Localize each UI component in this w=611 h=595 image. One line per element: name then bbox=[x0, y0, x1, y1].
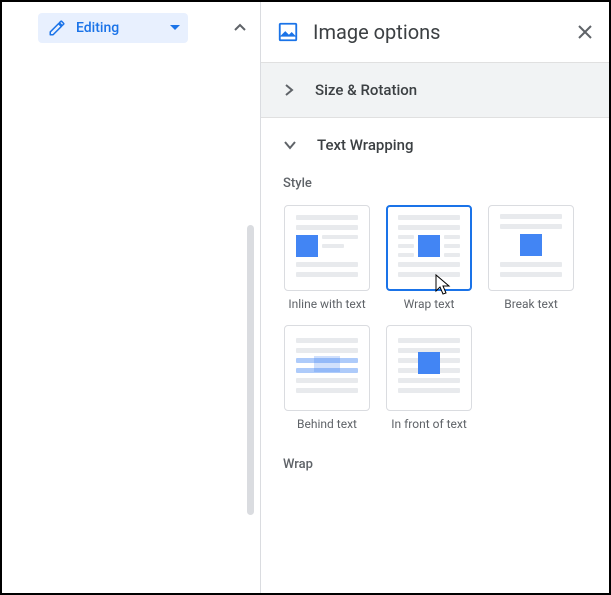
tile-front-caption: In front of text bbox=[391, 417, 467, 431]
left-area: Editing bbox=[2, 2, 260, 593]
pencil-icon bbox=[48, 19, 66, 37]
section-size-rotation[interactable]: Size & Rotation bbox=[261, 62, 609, 118]
tile-behind-text[interactable] bbox=[284, 325, 370, 411]
wrap-style-tiles: Inline with text bbox=[283, 205, 587, 431]
close-icon bbox=[577, 24, 593, 40]
section-size-rotation-label: Size & Rotation bbox=[315, 81, 417, 99]
chevron-down-icon bbox=[283, 139, 297, 151]
close-panel-button[interactable] bbox=[577, 24, 593, 40]
wrap-label: Wrap bbox=[283, 457, 587, 472]
tile-wrap-caption: Wrap text bbox=[404, 297, 455, 311]
toolbar: Editing bbox=[2, 2, 260, 54]
editing-label: Editing bbox=[76, 20, 119, 36]
tile-inline-caption: Inline with text bbox=[288, 297, 365, 311]
tile-inline-with-text[interactable] bbox=[284, 205, 370, 291]
caret-down-icon bbox=[170, 25, 180, 31]
panel-header: Image options bbox=[261, 2, 609, 62]
collapse-toolbar-button[interactable] bbox=[228, 16, 252, 40]
document-area[interactable] bbox=[2, 54, 260, 593]
tile-in-front-of-text[interactable] bbox=[386, 325, 472, 411]
scrollbar-thumb[interactable] bbox=[247, 225, 254, 515]
tile-wrap-text[interactable] bbox=[386, 205, 472, 291]
image-options-panel: Image options Size & Rotation Text Wrapp… bbox=[260, 2, 609, 593]
style-label: Style bbox=[283, 176, 587, 191]
tile-behind-caption: Behind text bbox=[297, 417, 357, 431]
image-icon bbox=[277, 21, 299, 43]
text-wrapping-body: Style bbox=[261, 154, 609, 472]
tile-break-text[interactable] bbox=[488, 205, 574, 291]
tile-break-caption: Break text bbox=[504, 297, 558, 311]
section-text-wrapping-label: Text Wrapping bbox=[317, 136, 413, 154]
chevron-right-icon bbox=[283, 83, 295, 97]
editing-mode-button[interactable]: Editing bbox=[38, 13, 188, 43]
chevron-up-icon bbox=[233, 23, 247, 33]
panel-title: Image options bbox=[313, 20, 563, 44]
section-text-wrapping[interactable]: Text Wrapping bbox=[261, 118, 609, 154]
